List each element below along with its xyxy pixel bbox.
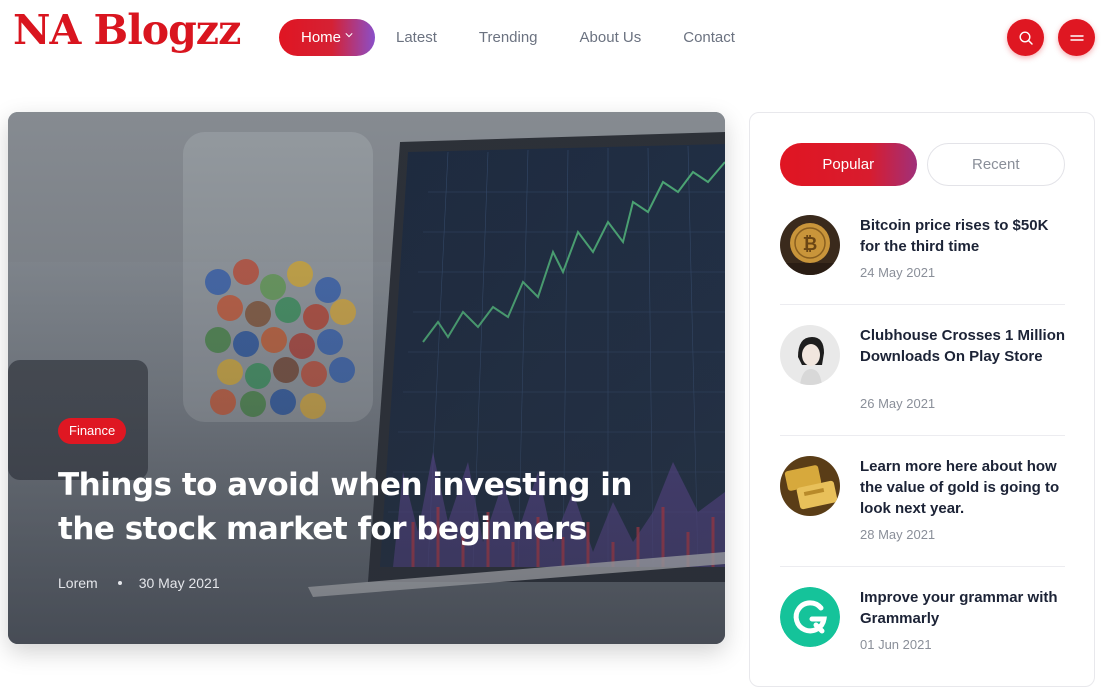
sidebar-widget: Popular Recent ₿ Bitcoin price rises to … [749,112,1095,687]
site-header: NA Blogzz Home Latest Trending About Us … [0,0,1109,76]
post-title[interactable]: Bitcoin price rises to $50K for the thir… [860,215,1068,257]
post-date: 01 Jun 2021 [860,637,932,652]
divider [780,566,1065,567]
tab-recent[interactable]: Recent [926,143,1065,186]
post-title[interactable]: Clubhouse Crosses 1 Million Downloads On… [860,325,1068,367]
post-title[interactable]: Learn more here about how the value of g… [860,456,1068,519]
main-nav: Home Latest Trending About Us Contact [279,19,756,56]
featured-post[interactable]: Finance Things to avoid when investing i… [8,112,725,644]
hamburger-menu-icon [1069,34,1084,41]
nav-item-contact[interactable]: Contact [662,19,756,56]
post-title[interactable]: Improve your grammar with Grammarly [860,587,1068,629]
svg-text:₿: ₿ [803,234,818,255]
nav-item-label: Home [300,29,341,46]
post-date: 28 May 2021 [860,527,936,542]
search-button[interactable] [1007,19,1044,56]
divider [780,304,1065,305]
nav-item-latest[interactable]: Latest [375,19,458,56]
post-author[interactable]: Lorem [58,575,98,591]
woman-portrait-image[interactable] [780,325,840,385]
bitcoin-coin-image[interactable]: ₿ [780,215,840,275]
meta-separator [117,581,122,585]
featured-post-meta: Lorem 30 May 2021 [58,575,220,591]
nav-item-home[interactable]: Home [279,19,375,56]
nav-item-about-us[interactable]: About Us [559,19,663,56]
divider [780,435,1065,436]
post-date: 24 May 2021 [860,265,936,280]
grammarly-logo-image[interactable] [780,587,840,647]
chevron-down-icon [345,33,353,38]
category-badge[interactable]: Finance [58,418,127,444]
sidebar-tabs: Popular Recent [780,143,1065,186]
menu-button[interactable] [1058,19,1095,56]
gold-bars-image[interactable] [780,456,840,516]
featured-post-title[interactable]: Things to avoid when investing in the st… [58,463,698,551]
nav-item-trending[interactable]: Trending [458,19,559,56]
search-icon [1018,30,1033,45]
tab-popular[interactable]: Popular [780,143,917,186]
post-date: 26 May 2021 [860,396,936,411]
post-date: 30 May 2021 [138,575,220,591]
site-logo[interactable]: NA Blogzz [13,10,241,51]
